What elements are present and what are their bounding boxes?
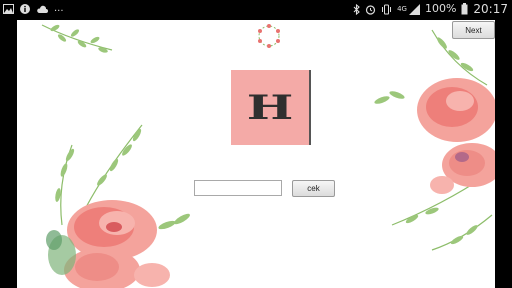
flower-cluster-right <box>374 29 495 251</box>
next-button[interactable]: Next <box>452 21 495 39</box>
logo-letter: H <box>246 87 294 128</box>
picture-icon <box>3 4 14 14</box>
floral-wreath-icon <box>258 24 280 48</box>
status-left-group: ... <box>3 3 64 15</box>
status-right-group: 4G 100% 20:17 <box>353 3 508 15</box>
clock: 20:17 <box>473 2 508 16</box>
vibrate-icon <box>382 4 392 14</box>
answer-input[interactable] <box>194 180 282 196</box>
status-bar: ... 4G 100% 20:17 <box>0 0 512 20</box>
flower-cluster-bottom-left <box>46 124 190 288</box>
more-notifications: ... <box>54 3 64 14</box>
network-type: 4G <box>397 5 407 13</box>
cloud-icon <box>37 5 48 13</box>
info-icon <box>20 4 30 14</box>
check-button[interactable]: cek <box>292 180 335 197</box>
leaf-sprig-top-left <box>41 24 113 53</box>
app-screen: Next H cek <box>17 20 495 288</box>
battery-percent: 100% <box>424 2 457 15</box>
battery-icon <box>461 3 468 15</box>
bluetooth-icon <box>353 3 360 15</box>
logo-tile: H <box>231 70 311 145</box>
alarm-icon <box>365 4 376 15</box>
signal-icon <box>408 3 420 15</box>
